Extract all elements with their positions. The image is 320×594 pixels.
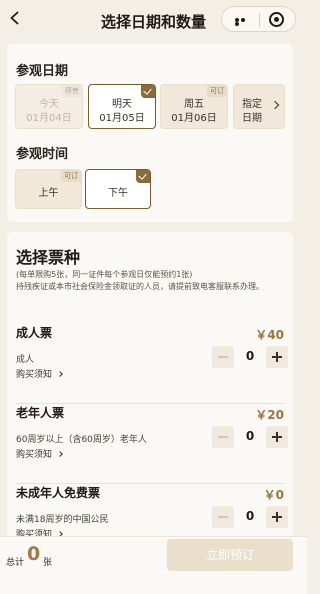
date-option-tomorrow[interactable]: 明天 01月05日 xyxy=(88,84,156,129)
time-label: 上午 xyxy=(38,188,59,199)
ticket-row-senior: 老年人票 ￥20 60周岁以上（含60周岁）老年人 购买须知 0 xyxy=(16,404,288,484)
date-option-friday[interactable]: 可订 周五 01月06日 xyxy=(160,84,228,129)
total-label: 总计 xyxy=(6,558,25,568)
time-option-afternoon[interactable]: 下午 xyxy=(85,169,151,209)
notice-line-limit: (每单限购5张，同一证件每个参观日仅能预约1张) xyxy=(16,270,193,279)
notes-label: 购买须知 xyxy=(16,450,53,460)
more-dots-icon[interactable] xyxy=(235,18,251,26)
ticket-description: 60周岁以上（含60周岁）老年人 xyxy=(16,435,147,445)
notice-line-special: 持残疾证或本市社会保险金领取证的人员，请提前致电客服联系办理。 xyxy=(16,282,264,291)
quantity-value: 0 xyxy=(245,349,255,363)
ticket-price: ￥40 xyxy=(255,328,284,342)
date-option-custom[interactable]: 指定 日期 xyxy=(233,84,285,129)
total-unit: 张 xyxy=(43,558,53,568)
time-tag: 可订 xyxy=(61,170,81,182)
decrease-button[interactable] xyxy=(212,426,234,448)
purchase-notes-link[interactable]: 购买须知 xyxy=(16,367,63,380)
increase-button[interactable] xyxy=(266,506,288,528)
nav-bar: 选择日期和数量 xyxy=(0,0,307,40)
ticket-name: 成人票 xyxy=(16,326,53,340)
quantity-value: 0 xyxy=(245,509,255,523)
date-weekday: 今天 xyxy=(39,99,59,110)
notes-label: 购买须知 xyxy=(16,370,53,380)
capsule-divider xyxy=(259,13,260,27)
total-count: 0 xyxy=(27,543,41,565)
target-icon[interactable] xyxy=(269,12,284,27)
custom-date-label-line2: 日期 xyxy=(242,113,262,124)
time-option-morning[interactable]: 可订 上午 xyxy=(15,169,82,209)
time-label: 下午 xyxy=(108,188,128,199)
ticket-type-card: 选择票种 (每单限购5张，同一证件每个参观日仅能预约1张) 持残疾证或本市社会保… xyxy=(7,232,293,552)
custom-date-label-line1: 指定 xyxy=(242,99,262,110)
ticket-description: 未满18周岁的中国公民 xyxy=(16,515,109,525)
increase-button[interactable] xyxy=(266,346,288,368)
check-icon xyxy=(136,170,150,183)
ticket-name: 未成年人免费票 xyxy=(16,486,101,500)
date-weekday: 明天 xyxy=(112,99,132,110)
decrease-button[interactable] xyxy=(212,346,234,368)
ticket-name: 老年人票 xyxy=(16,406,65,420)
chevron-right-icon xyxy=(57,371,63,377)
date-value: 01月06日 xyxy=(171,113,217,124)
ticket-price: ￥20 xyxy=(255,408,284,422)
date-value: 01月05日 xyxy=(99,113,145,124)
chevron-right-icon xyxy=(270,100,280,110)
ticket-price: ￥0 xyxy=(263,488,284,502)
date-weekday: 周五 xyxy=(184,99,204,110)
visit-schedule-card: 参观日期 停售 今天 01月04日 明天 01月05日 可订 周五 01月06日… xyxy=(7,44,293,222)
chevron-right-icon xyxy=(57,451,63,457)
decrease-button[interactable] xyxy=(212,506,234,528)
checkout-bar: 总计 0 张 立即预订 xyxy=(0,536,307,594)
visit-time-label: 参观时间 xyxy=(16,147,69,162)
increase-button[interactable] xyxy=(266,426,288,448)
visit-date-label: 参观日期 xyxy=(16,64,69,79)
date-option-today[interactable]: 停售 今天 01月04日 xyxy=(15,84,83,129)
mini-program-capsule xyxy=(221,6,296,32)
book-now-button[interactable]: 立即预订 xyxy=(167,539,293,571)
purchase-notes-link[interactable]: 购买须知 xyxy=(16,447,63,460)
date-value: 01月04日 xyxy=(26,113,72,124)
ticket-section-heading: 选择票种 xyxy=(16,248,81,267)
ticket-description: 成人 xyxy=(16,355,35,365)
ticket-row-adult: 成人票 ￥40 成人 购买须知 0 xyxy=(16,324,288,404)
quantity-value: 0 xyxy=(245,429,255,443)
purchase-notice: (每单限购5张，同一证件每个参观日仅能预约1张) 持残疾证或本市社会保险金领取证… xyxy=(16,269,286,293)
